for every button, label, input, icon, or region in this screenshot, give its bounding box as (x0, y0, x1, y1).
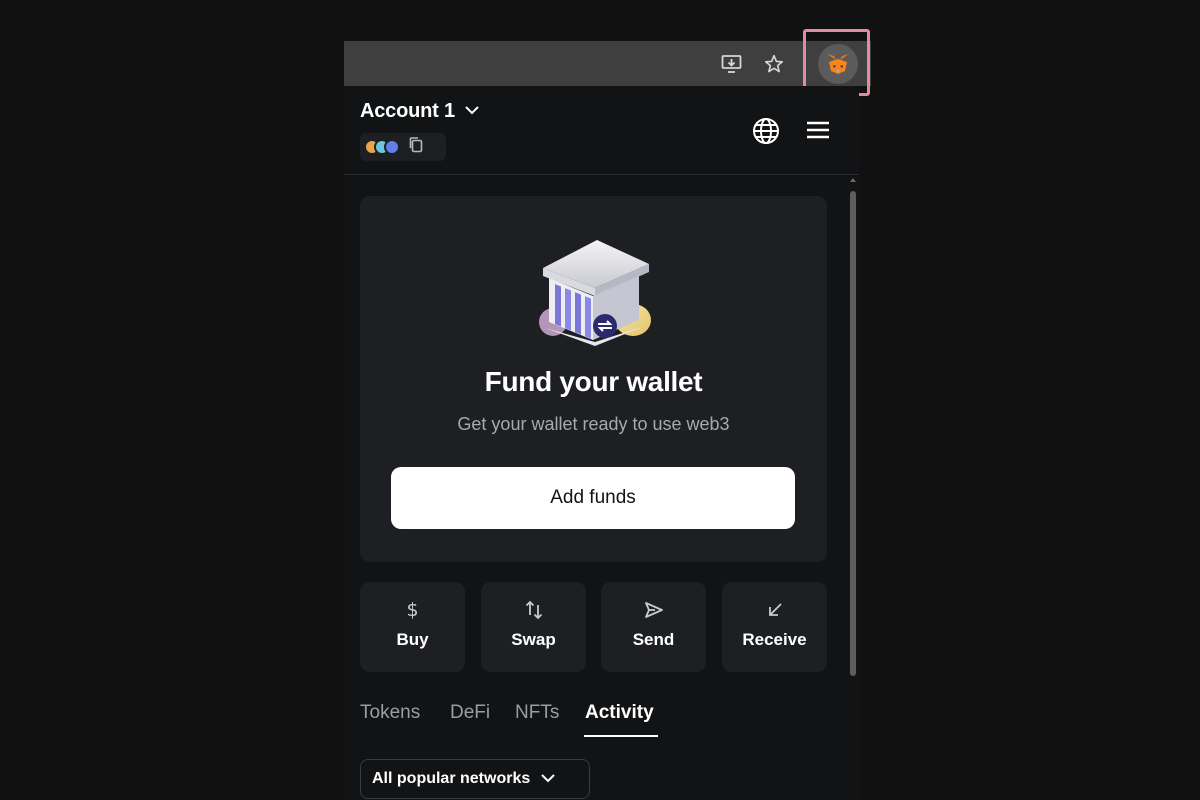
send-button[interactable]: Send (601, 582, 706, 672)
fund-wallet-card: Fund your wallet Get your wallet ready t… (360, 196, 827, 562)
tab-defi[interactable]: DeFi (450, 702, 490, 724)
network-filter-label: All popular networks (372, 770, 531, 787)
chevron-down-icon (463, 103, 481, 121)
scroll-up-icon[interactable] (850, 178, 856, 182)
hamburger-menu-icon[interactable] (805, 119, 831, 146)
account-selector[interactable]: Account 1 (360, 100, 481, 123)
bookmark-star-icon[interactable] (762, 52, 786, 76)
browser-toolbar (344, 41, 871, 86)
metamask-fox-icon[interactable] (818, 44, 858, 84)
account-header: Account 1 (344, 86, 859, 175)
send-arrow-icon (643, 599, 665, 621)
send-label: Send (632, 630, 675, 649)
receive-arrow-icon (765, 599, 785, 621)
account-name: Account 1 (360, 100, 455, 122)
add-funds-button[interactable]: Add funds (391, 467, 795, 529)
wallet-popup: Account 1 Fund your wallet Get your wall… (344, 86, 859, 800)
copy-icon[interactable] (408, 136, 424, 159)
chevron-down-icon (540, 770, 556, 788)
receive-label: Receive (742, 630, 807, 649)
scrollbar-thumb[interactable] (850, 191, 856, 676)
swap-label: Swap (511, 630, 556, 649)
network-filter-dropdown[interactable]: All popular networks (360, 759, 590, 799)
fund-card-subtitle: Get your wallet ready to use web3 (457, 414, 730, 434)
globe-icon[interactable] (752, 117, 780, 150)
tab-activity[interactable]: Activity (585, 702, 654, 724)
dollar-icon: $ (406, 599, 419, 621)
scrollbar[interactable] (849, 178, 857, 678)
network-badge-group[interactable] (360, 133, 446, 161)
buy-button[interactable]: $ Buy (360, 582, 465, 672)
ethereum-icon (384, 139, 400, 155)
swap-button[interactable]: Swap (481, 582, 586, 672)
action-buttons: $ Buy Swap Send Receive (360, 582, 827, 672)
active-tab-indicator (584, 735, 658, 737)
buy-label: Buy (396, 630, 429, 649)
swap-arrows-icon (524, 599, 544, 621)
receive-button[interactable]: Receive (722, 582, 827, 672)
install-app-icon[interactable] (720, 52, 744, 76)
bank-illustration (535, 236, 659, 353)
tab-tokens[interactable]: Tokens (360, 702, 420, 724)
fund-card-title: Fund your wallet (484, 366, 703, 397)
tab-nfts[interactable]: NFTs (515, 702, 559, 724)
